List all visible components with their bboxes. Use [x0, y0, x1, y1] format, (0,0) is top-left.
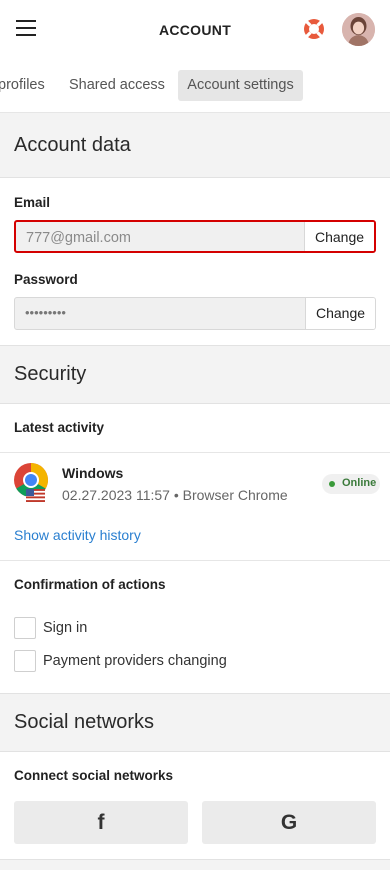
tab-bar: profiles Shared access Account settings — [0, 60, 390, 113]
facebook-icon: f — [97, 811, 105, 834]
tab-profiles[interactable]: profiles — [0, 70, 45, 101]
email-field: 777@gmail.com Change — [14, 220, 376, 253]
activity-details: 02.27.2023 11:57 • Browser Chrome — [62, 487, 288, 503]
password-label: Password — [14, 272, 78, 287]
us-flag-icon — [26, 489, 45, 502]
email-label: Email — [14, 195, 51, 210]
password-value: ••••••••• — [25, 305, 66, 320]
tab-account-settings[interactable]: Account settings — [178, 70, 303, 101]
page-title: ACCOUNT — [158, 22, 232, 38]
sign-in-label: Sign in — [43, 620, 88, 636]
sign-in-checkbox[interactable] — [14, 617, 36, 639]
avatar[interactable] — [342, 13, 375, 46]
social-section: Connect social networks f G — [0, 752, 390, 860]
status-text: Online — [342, 477, 377, 489]
google-icon: G — [280, 811, 298, 834]
activity-os: Windows — [62, 465, 124, 481]
security-section: Latest activity Windows 02.27.2023 11:57… — [0, 404, 390, 693]
confirmation-label: Confirmation of actions — [14, 577, 166, 592]
divider — [0, 560, 390, 561]
lifebuoy-icon[interactable] — [302, 17, 326, 41]
email-value: 777@gmail.com — [26, 230, 131, 246]
facebook-button[interactable]: f — [14, 801, 188, 844]
tab-shared-access[interactable]: Shared access — [69, 70, 165, 101]
change-password-button[interactable]: Change — [305, 298, 375, 329]
account-data-section: Email 777@gmail.com Change Password ••••… — [0, 178, 390, 345]
social-heading: Social networks — [14, 711, 155, 733]
security-heading: Security — [14, 363, 87, 385]
show-activity-history-link[interactable]: Show activity history — [14, 527, 141, 543]
change-email-button[interactable]: Change — [304, 222, 374, 251]
password-field: ••••••••• Change — [14, 297, 376, 330]
social-header: Social networks — [0, 693, 390, 752]
status-badge: Online — [322, 474, 380, 494]
latest-activity-label: Latest activity — [14, 420, 105, 435]
security-header: Security — [0, 345, 390, 404]
divider — [0, 452, 390, 453]
account-data-header: Account data — [0, 113, 390, 178]
connect-social-label: Connect social networks — [14, 768, 174, 783]
payment-providers-checkbox[interactable] — [14, 650, 36, 672]
google-button[interactable]: G — [202, 801, 376, 844]
top-bar: ACCOUNT — [0, 0, 390, 60]
payment-providers-label: Payment providers changing — [43, 653, 227, 669]
online-dot-icon — [329, 481, 335, 487]
account-data-heading: Account data — [14, 134, 131, 156]
